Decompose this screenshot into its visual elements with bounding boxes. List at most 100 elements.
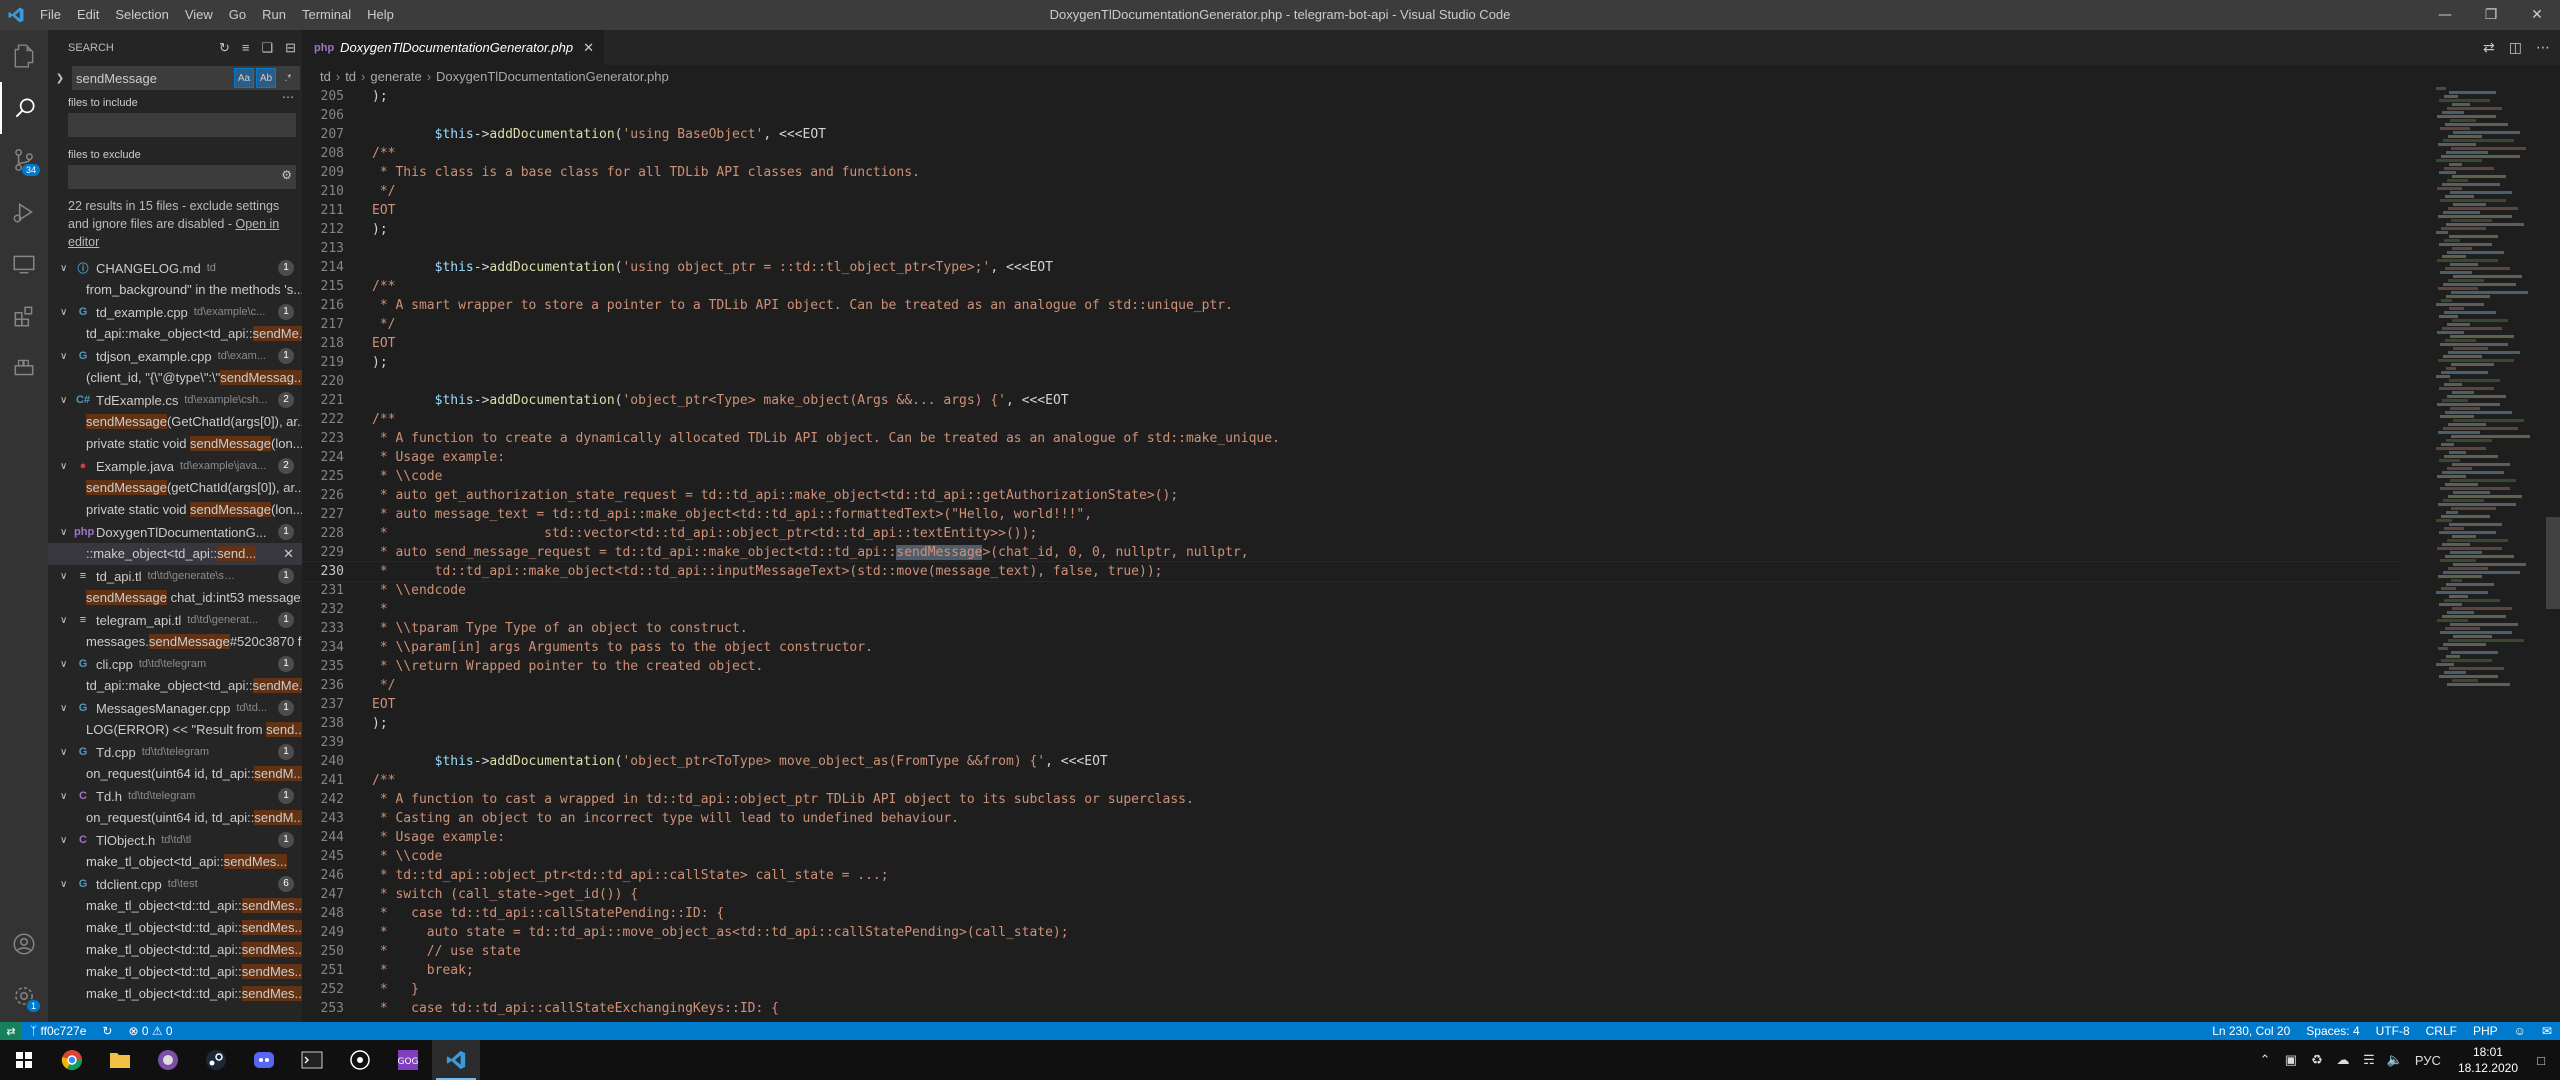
result-match[interactable]: ::make_object<td_api::send... ✕ — [48, 543, 302, 565]
chevron-down-icon[interactable]: ∨ — [60, 659, 74, 670]
docker-icon[interactable] — [0, 342, 48, 394]
search-icon[interactable] — [0, 82, 48, 134]
chevron-down-icon[interactable]: ∨ — [60, 263, 74, 274]
menu-help[interactable]: Help — [359, 0, 402, 30]
result-file[interactable]: ∨ C Td.h td\td\telegram 1 — [48, 785, 302, 807]
result-file[interactable]: ∨ C TlObject.h td\td\tl 1 — [48, 829, 302, 851]
chevron-down-icon[interactable]: ∨ — [60, 835, 74, 846]
menu-terminal[interactable]: Terminal — [294, 0, 359, 30]
result-match[interactable]: private static void sendMessage(lon... — [48, 499, 302, 521]
file-explorer-icon[interactable] — [96, 1040, 144, 1080]
editor-scrollbar-thumb[interactable] — [2546, 517, 2560, 609]
result-file[interactable]: ∨ C# TdExample.cs td\example\csh... 2 — [48, 389, 302, 411]
result-match[interactable]: sendMessage(GetChatId(args[0]), ar... — [48, 411, 302, 433]
result-file[interactable]: ∨ ≡ telegram_api.tl td\td\generat... 1 — [48, 609, 302, 631]
cursor-position[interactable]: Ln 230, Col 20 — [2204, 1024, 2298, 1038]
use-exclude-settings-icon[interactable]: ⚙ — [281, 168, 292, 182]
result-match[interactable]: sendMessage chat_id:int53 message... — [48, 587, 302, 609]
remote-indicator-icon[interactable]: ⇄ — [0, 1022, 22, 1040]
more-search-options-icon[interactable]: ⋯ — [282, 90, 294, 104]
steam-icon[interactable] — [192, 1040, 240, 1080]
restore-icon[interactable]: ❐ — [2468, 0, 2514, 30]
account-icon[interactable] — [0, 918, 48, 970]
extensions-icon[interactable] — [0, 290, 48, 342]
breadcrumb-item[interactable]: generate — [370, 69, 421, 84]
vscode-taskbar-icon[interactable] — [432, 1040, 480, 1080]
collapse-all-icon[interactable]: ⊟ — [285, 40, 296, 56]
result-file[interactable]: ∨ ⓘ CHANGELOG.md td 1 — [48, 257, 302, 279]
close-tab-icon[interactable]: ✕ — [583, 40, 594, 56]
result-file[interactable]: ∨ Gtd_example.cpp td\example\c... 1 — [48, 301, 302, 323]
source-control-icon[interactable]: 34 — [0, 134, 48, 186]
result-match[interactable]: from_background" in the methods 's... — [48, 279, 302, 301]
files-to-exclude-input[interactable] — [68, 165, 268, 189]
chevron-down-icon[interactable]: ∨ — [60, 461, 74, 472]
encoding[interactable]: UTF-8 — [2368, 1024, 2418, 1038]
menu-selection[interactable]: Selection — [107, 0, 176, 30]
chevron-down-icon[interactable]: ∨ — [60, 747, 74, 758]
result-file[interactable]: ∨ Gcli.cpp td\td\telegram 1 — [48, 653, 302, 675]
minimap[interactable] — [2436, 87, 2546, 1022]
result-match[interactable]: make_tl_object<td::td_api::sendMes... — [48, 895, 302, 917]
result-match[interactable]: td_api::make_object<td_api::sendMe... — [48, 675, 302, 697]
files-to-include-input[interactable] — [68, 113, 268, 137]
notifications-bell-icon[interactable]: ✉ — [2534, 1024, 2560, 1038]
result-match[interactable]: (client_id, "{\"@type\":\"sendMessag... — [48, 367, 302, 389]
manage-gear-icon[interactable]: 1 — [0, 970, 48, 1022]
indentation[interactable]: Spaces: 4 — [2298, 1024, 2367, 1038]
gog-galaxy-icon[interactable]: GOG — [384, 1040, 432, 1080]
explorer-icon[interactable] — [0, 30, 48, 82]
tray-app-1-icon[interactable]: ▣ — [2278, 1052, 2304, 1068]
chevron-down-icon[interactable]: ∨ — [60, 879, 74, 890]
remote-explorer-icon[interactable] — [0, 238, 48, 290]
chevron-down-icon[interactable]: ∨ — [60, 395, 74, 406]
search-input[interactable] — [76, 70, 226, 86]
menu-run[interactable]: Run — [254, 0, 294, 30]
chevron-down-icon[interactable]: ∨ — [60, 307, 74, 318]
line-ending[interactable]: CRLF — [2418, 1024, 2465, 1038]
tray-app-2-icon[interactable]: ♻ — [2304, 1052, 2330, 1068]
language-mode[interactable]: PHP — [2465, 1024, 2506, 1038]
minimize-icon[interactable]: — — [2422, 0, 2468, 30]
breadcrumb-item[interactable]: td — [345, 69, 356, 84]
code-editor[interactable]: 205); 206 207 $this->addDocumentation('usi… — [302, 87, 2402, 1022]
result-match[interactable]: make_tl_object<td::td_api::sendMes... — [48, 961, 302, 983]
menu-edit[interactable]: Edit — [69, 0, 107, 30]
breadcrumb-item[interactable]: DoxygenTlDocumentationGenerator.php — [436, 69, 669, 84]
sync-icon[interactable]: ↻ — [94, 1024, 120, 1038]
result-file[interactable]: ∨ ● Example.java td\example\java... 2 — [48, 455, 302, 477]
tray-app-icon[interactable] — [336, 1040, 384, 1080]
dismiss-result-icon[interactable]: ✕ — [283, 543, 294, 565]
result-match[interactable]: make_tl_object<td::td_api::sendMes... — [48, 939, 302, 961]
new-search-editor-icon[interactable]: ❏ — [261, 40, 273, 56]
menu-view[interactable]: View — [177, 0, 221, 30]
result-file[interactable]: ∨ Gtdjson_example.cpp td\exam... 1 — [48, 345, 302, 367]
result-file[interactable]: ∨ ≡ td_api.tl td\td\generate\scheme 1 — [48, 565, 302, 587]
result-file[interactable]: ∨ php DoxygenTlDocumentationG... 1 — [48, 521, 302, 543]
result-match[interactable]: sendMessage(getChatId(args[0]), ar... — [48, 477, 302, 499]
chevron-down-icon[interactable]: ∨ — [60, 791, 74, 802]
match-whole-word-toggle[interactable]: Ab — [256, 68, 276, 88]
chevron-down-icon[interactable]: ∨ — [60, 571, 74, 582]
tray-app-3-icon[interactable]: ☁ — [2330, 1052, 2356, 1068]
result-match[interactable]: td_api::make_object<td_api::sendMe... — [48, 323, 302, 345]
chevron-down-icon[interactable]: ∨ — [60, 615, 74, 626]
clock[interactable]: 18:01 18.12.2020 — [2448, 1044, 2528, 1076]
chevron-down-icon[interactable]: ∨ — [60, 527, 74, 538]
chevron-down-icon[interactable]: ∨ — [60, 703, 74, 714]
result-match[interactable]: make_tl_object<td_api::sendMes... — [48, 851, 302, 873]
refresh-icon[interactable]: ↻ — [219, 40, 230, 56]
regex-toggle[interactable]: .* — [278, 68, 298, 88]
result-match[interactable]: make_tl_object<td::td_api::sendMes... — [48, 917, 302, 939]
result-match[interactable]: make_tl_object<td::td_api::sendMes... — [48, 983, 302, 1005]
run-debug-icon[interactable] — [0, 186, 48, 238]
volume-icon[interactable]: 🔈 — [2382, 1052, 2408, 1068]
tab-doxygen-generator[interactable]: php DoxygenTlDocumentationGenerator.php … — [302, 30, 605, 65]
feedback-icon[interactable]: ☺ — [2506, 1024, 2534, 1038]
result-match[interactable]: on_request(uint64 id, td_api::sendM... — [48, 807, 302, 829]
toggle-replace-chevron-icon[interactable]: ❯ — [54, 73, 66, 84]
result-file[interactable]: ∨ Gtdclient.cpp td\test 6 — [48, 873, 302, 895]
chevron-down-icon[interactable]: ∨ — [60, 351, 74, 362]
chrome-icon[interactable] — [48, 1040, 96, 1080]
terminal-icon[interactable] — [288, 1040, 336, 1080]
